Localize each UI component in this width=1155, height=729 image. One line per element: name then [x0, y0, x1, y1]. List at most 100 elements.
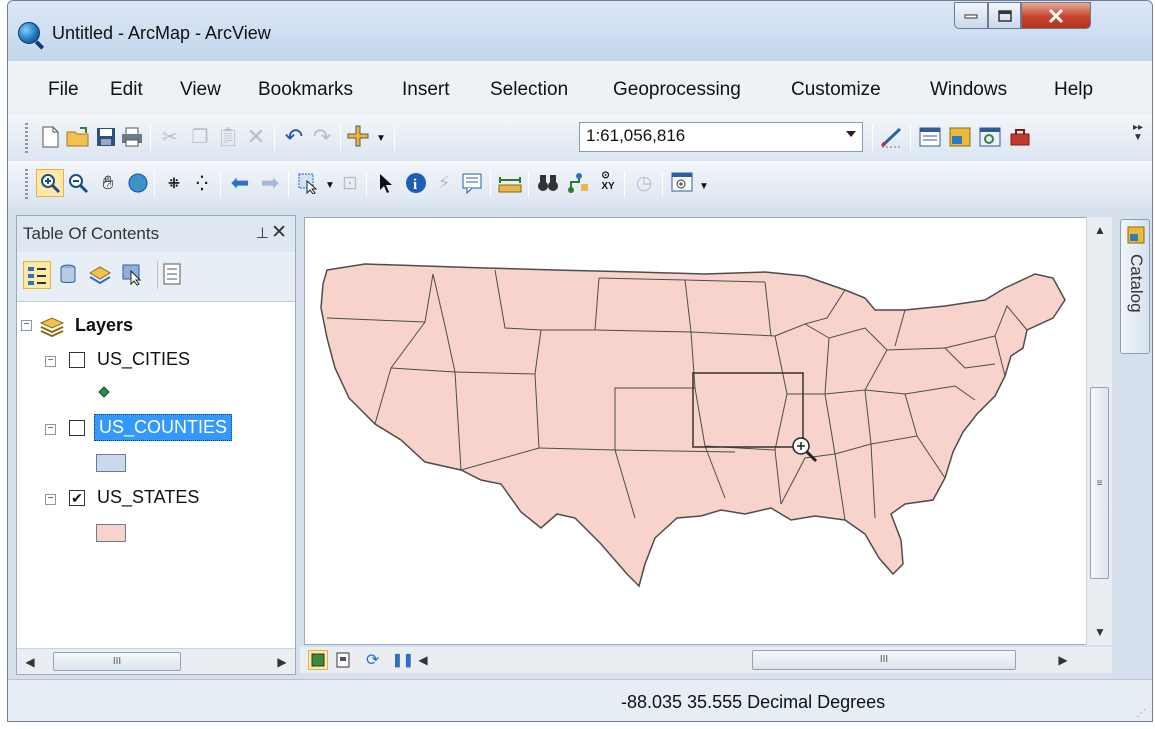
layer-us-cities-checkbox[interactable]: [69, 352, 85, 368]
layout-view-button[interactable]: [334, 651, 352, 669]
resize-grip-icon[interactable]: ⋰: [1136, 708, 1146, 719]
layer-us-counties-checkbox[interactable]: [69, 420, 85, 436]
fixed-zoom-in-icon[interactable]: ⁜: [162, 171, 186, 195]
list-by-visibility-icon[interactable]: [87, 261, 115, 289]
find-binoculars-icon[interactable]: [536, 171, 560, 195]
us-states-fill-symbol[interactable]: [96, 524, 126, 542]
fixed-zoom-out-icon[interactable]: ⁛: [190, 171, 214, 195]
map-display[interactable]: [304, 217, 1111, 645]
toc-header: Table Of Contents ⊥ ✕: [17, 216, 295, 252]
menu-geoprocessing[interactable]: Geoprocessing: [613, 79, 741, 101]
go-back-extent-icon[interactable]: ⬅: [228, 171, 252, 195]
save-icon[interactable]: [94, 125, 118, 149]
catalog-window-icon[interactable]: [948, 125, 972, 149]
list-by-drawing-order-icon[interactable]: [23, 261, 51, 289]
layer-us-counties-collapse-toggle[interactable]: −: [45, 424, 56, 435]
measure-icon[interactable]: [498, 171, 522, 195]
menu-selection[interactable]: Selection: [490, 79, 568, 101]
editor-toolbar-icon[interactable]: [880, 125, 904, 149]
redo-icon[interactable]: ↷: [310, 125, 334, 149]
scroll-up-icon[interactable]: ▲: [1087, 217, 1113, 243]
zoom-out-icon[interactable]: [66, 171, 90, 195]
layer-us-counties-label[interactable]: US_COUNTIES: [94, 414, 233, 441]
layers-group-icon: [39, 315, 65, 342]
undo-icon[interactable]: ↶: [282, 125, 306, 149]
scroll-thumb[interactable]: III: [53, 652, 181, 671]
arctoolbox-icon[interactable]: [1008, 125, 1032, 149]
add-data-dropdown-icon[interactable]: ▼: [369, 127, 393, 151]
map-scale-value: 1:61,056,816: [586, 126, 686, 145]
menu-bookmarks[interactable]: Bookmarks: [258, 79, 353, 101]
scale-dropdown-icon[interactable]: [846, 131, 856, 137]
full-extent-globe-icon[interactable]: [126, 171, 150, 195]
toc-horizontal-scrollbar[interactable]: ◀ III ▶: [17, 648, 295, 674]
toolbar-options-icon[interactable]: ▼: [692, 175, 716, 199]
list-by-source-icon[interactable]: [55, 261, 83, 289]
map-vertical-scrollbar[interactable]: ▲ ≡ ▼: [1086, 217, 1112, 645]
us-states-map[interactable]: [305, 218, 1085, 644]
toolbar-grip[interactable]: [25, 123, 28, 153]
catalog-dock-tab[interactable]: Catalog: [1120, 219, 1150, 354]
print-icon[interactable]: [120, 125, 144, 149]
toolbar-grip[interactable]: [25, 169, 28, 199]
hyperlink-icon[interactable]: ⚡︎: [432, 171, 456, 195]
scroll-down-icon[interactable]: ▼: [1087, 619, 1113, 645]
vertical-scroll-thumb[interactable]: ≡: [1090, 387, 1109, 579]
scroll-left-icon[interactable]: ◀: [17, 649, 43, 675]
refresh-icon[interactable]: ⟳: [366, 650, 379, 670]
table-of-contents-window-icon[interactable]: [918, 125, 942, 149]
go-to-xy-icon[interactable]: ⊙ XY: [596, 169, 620, 193]
identify-icon[interactable]: i: [404, 171, 428, 195]
toc-options-icon[interactable]: [157, 261, 185, 289]
cut-icon[interactable]: ✂: [158, 125, 182, 149]
search-window-icon[interactable]: [978, 125, 1002, 149]
select-features-icon[interactable]: [296, 171, 320, 195]
select-elements-icon[interactable]: [374, 171, 398, 195]
list-by-selection-icon[interactable]: [119, 261, 147, 289]
menu-file[interactable]: File: [48, 79, 79, 101]
us-counties-fill-symbol[interactable]: [96, 454, 126, 472]
horizontal-scroll-thumb[interactable]: III: [752, 650, 1016, 670]
maximize-button[interactable]: [988, 2, 1021, 29]
copy-icon[interactable]: ❐: [188, 125, 212, 149]
us-cities-point-symbol[interactable]: [98, 386, 110, 398]
create-viewer-window-icon[interactable]: [670, 171, 694, 195]
auto-hide-pin-icon[interactable]: ⊥: [256, 224, 269, 242]
map-scale-combobox[interactable]: 1:61,056,816: [579, 122, 863, 152]
find-route-icon[interactable]: [566, 171, 590, 195]
go-forward-extent-icon[interactable]: ➡: [258, 171, 282, 195]
layers-group-label[interactable]: Layers: [75, 315, 133, 336]
layer-us-states-collapse-toggle[interactable]: −: [45, 494, 56, 505]
menu-insert[interactable]: Insert: [402, 79, 450, 101]
toc-close-icon[interactable]: ✕: [271, 221, 287, 244]
layer-us-states-checkbox[interactable]: ✔: [69, 490, 85, 506]
add-data-icon[interactable]: [346, 124, 370, 148]
paste-icon[interactable]: 📋︎: [216, 125, 240, 149]
data-view-button[interactable]: [308, 650, 328, 670]
scroll-right-icon[interactable]: ▶: [269, 649, 295, 675]
map-scroll-left-icon[interactable]: ◀: [410, 647, 436, 673]
zoom-in-icon[interactable]: [36, 169, 64, 197]
menu-customize[interactable]: Customize: [791, 79, 881, 101]
minimize-button[interactable]: [954, 2, 988, 29]
menu-bar: File Edit View Bookmarks Insert Selectio…: [8, 61, 1152, 123]
delete-icon[interactable]: ✕: [244, 125, 268, 149]
layers-collapse-toggle[interactable]: −: [21, 320, 32, 331]
menu-windows[interactable]: Windows: [930, 79, 1007, 101]
layer-us-states-label[interactable]: US_STATES: [97, 487, 199, 508]
time-slider-icon[interactable]: ◷: [632, 171, 656, 195]
close-button[interactable]: [1021, 2, 1091, 29]
html-popup-icon[interactable]: [460, 171, 484, 195]
menu-help[interactable]: Help: [1054, 79, 1093, 101]
toolbar-overflow-icon[interactable]: ▸▸ ▼: [1126, 121, 1150, 145]
open-folder-icon[interactable]: [66, 125, 90, 149]
clear-selection-icon[interactable]: ⊡: [338, 171, 362, 195]
map-scroll-right-icon[interactable]: ▶: [1050, 647, 1076, 673]
layer-us-cities-collapse-toggle[interactable]: −: [45, 356, 56, 367]
title-bar[interactable]: Untitled - ArcMap - ArcView: [8, 1, 1152, 61]
menu-view[interactable]: View: [180, 79, 221, 101]
pan-hand-icon[interactable]: ✋︎: [96, 171, 120, 195]
menu-edit[interactable]: Edit: [110, 79, 143, 101]
layer-us-cities-label[interactable]: US_CITIES: [97, 349, 190, 370]
new-document-icon[interactable]: [38, 125, 62, 149]
